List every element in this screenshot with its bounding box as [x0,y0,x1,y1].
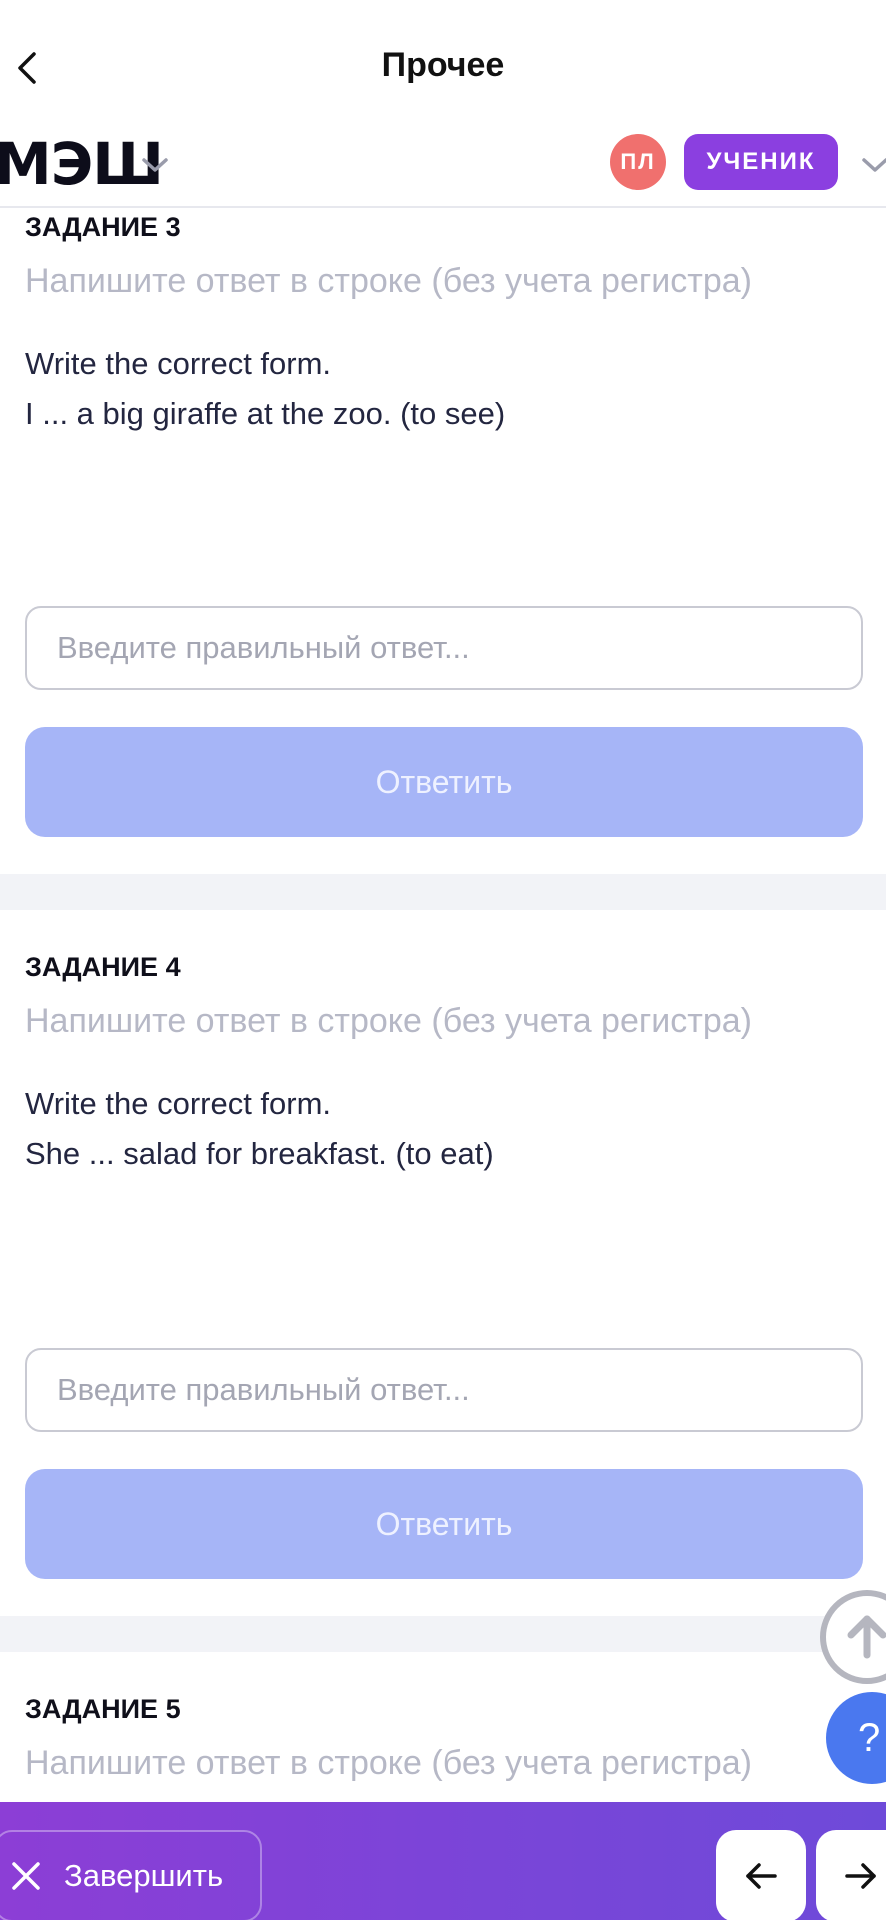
task-hint: Напишите ответ в строке (без учета регис… [25,262,752,300]
task-title: ЗАДАНИЕ 4 [25,952,181,982]
task-hint: Напишите ответ в строке (без учета регис… [25,1744,752,1782]
answer-input[interactable] [25,1348,863,1432]
chevron-down-icon[interactable] [140,150,170,180]
submit-answer-button[interactable]: Ответить [25,1469,863,1579]
role-badge[interactable]: УЧЕНИК [684,134,838,190]
section-divider [0,1616,886,1652]
task-instruction: Write the correct form. [25,346,332,381]
close-icon [12,1862,40,1890]
top-bar: Прочее [0,0,886,135]
arrow-up-icon [847,1615,886,1659]
section-divider [0,874,886,910]
task-hint: Напишите ответ в строке (без учета регис… [25,1002,752,1040]
previous-button[interactable] [716,1830,806,1920]
answer-input[interactable] [25,606,863,690]
arrow-right-icon [845,1863,876,1889]
task-sentence: I ... a big giraffe at the zoo. (to see) [25,396,506,431]
app-bar: МЭШ ПЛ УЧЕНИК [0,130,886,208]
finish-label: Завершить [64,1858,224,1893]
finish-button[interactable]: Завершить [0,1830,262,1920]
submit-answer-button[interactable]: Ответить [25,727,863,837]
task-title: ЗАДАНИЕ 5 [25,1694,181,1724]
bottom-bar: Завершить [0,1802,886,1920]
chevron-down-icon[interactable] [860,150,886,180]
task-sentence: She ... salad for breakfast. (to eat) [25,1136,494,1171]
task-card: ЗАДАНИЕ 5 Напишите ответ в строке (без у… [0,1652,886,1802]
task-card: ЗАДАНИЕ 3 Напишите ответ в строке (без у… [0,210,886,873]
avatar[interactable]: ПЛ [610,134,666,190]
next-button[interactable] [816,1830,886,1920]
page-title: Прочее [381,46,505,84]
task-card: ЗАДАНИЕ 4 Напишите ответ в строке (без у… [0,910,886,1615]
task-instruction: Write the correct form. [25,1086,332,1121]
arrow-left-icon [746,1863,777,1889]
task-title: ЗАДАНИЕ 3 [25,212,181,242]
logo: МЭШ [0,130,164,198]
